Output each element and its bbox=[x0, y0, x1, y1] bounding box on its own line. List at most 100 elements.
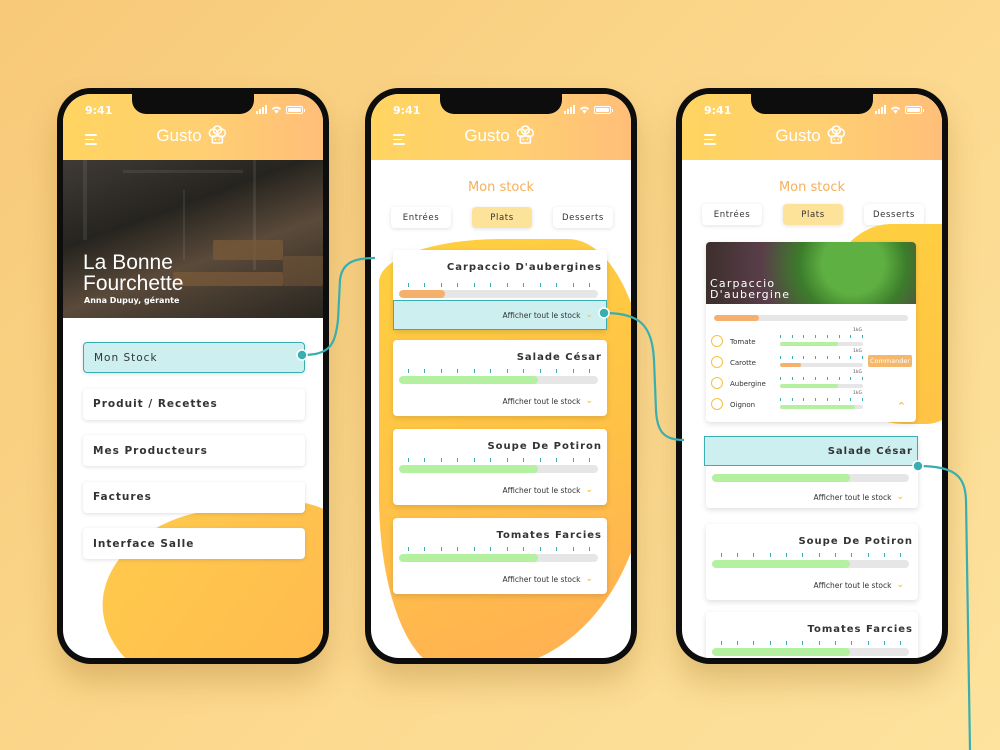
app-name: Gusto bbox=[464, 126, 510, 145]
tab-entrees[interactable]: Entrées bbox=[702, 204, 762, 225]
chevron-down-icon: ⌄ bbox=[585, 485, 593, 495]
dish-detail-title: Carpaccio D'aubergine bbox=[710, 277, 791, 301]
show-all-stock-link[interactable]: Afficher tout le stock ⌄ bbox=[503, 396, 593, 406]
menu-item-interface-salle[interactable]: Interface Salle bbox=[83, 528, 305, 559]
show-all-stock-link[interactable]: Afficher tout le stock ⌄ bbox=[503, 485, 593, 495]
stock-level-fill bbox=[399, 376, 539, 384]
chevron-down-icon: ⌄ bbox=[896, 492, 904, 502]
stock-level-fill bbox=[712, 648, 850, 656]
dish-stock-bar bbox=[714, 315, 908, 321]
status-time: 9:41 bbox=[393, 104, 421, 117]
category-tabs: Entrées Plats Desserts bbox=[391, 207, 613, 228]
menu-item-factures[interactable]: Factures bbox=[83, 481, 305, 513]
show-all-stock-link[interactable]: Afficher tout le stock ⌄ bbox=[503, 574, 593, 584]
stock-scale-ticks bbox=[400, 369, 598, 374]
dish-card[interactable]: Tomates Farcies Afficher tout le stock ⌄ bbox=[393, 518, 607, 594]
stock-level-bar bbox=[712, 648, 909, 656]
wifi-icon bbox=[579, 106, 590, 114]
dish-card[interactable]: Carpaccio D'aubergines Afficher tout le … bbox=[393, 250, 607, 330]
stock-level-bar bbox=[712, 560, 909, 568]
notch bbox=[440, 94, 562, 114]
stock-level-fill bbox=[712, 474, 850, 482]
restaurant-name: La Bonne Fourchette bbox=[83, 251, 184, 295]
signal-icon bbox=[256, 105, 267, 114]
ingredient-level-bar bbox=[780, 384, 863, 388]
ingredient-row: Aubergine 1kG bbox=[711, 370, 908, 393]
ingredient-name: Aubergine bbox=[730, 380, 766, 388]
app-logo: Gusto bbox=[775, 124, 848, 148]
order-button[interactable]: Commander bbox=[868, 355, 912, 367]
dish-name: Tomates Farcies bbox=[807, 624, 913, 635]
signal-icon bbox=[875, 105, 886, 114]
show-all-stock-link[interactable]: Afficher tout le stock ⌄ bbox=[814, 580, 904, 590]
chevron-down-icon: ⌄ bbox=[585, 574, 593, 584]
hamburger-menu-icon[interactable] bbox=[85, 134, 97, 145]
ingredient-level-bar bbox=[780, 363, 863, 367]
show-all-stock-link[interactable]: Afficher tout le stock ⌄ bbox=[503, 310, 593, 320]
onion-icon bbox=[711, 398, 723, 410]
chevron-down-icon: ⌄ bbox=[585, 396, 593, 406]
dish-card[interactable]: Tomates Farcies bbox=[706, 612, 918, 658]
ingredient-scale-ticks bbox=[780, 335, 863, 339]
category-tabs: Entrées Plats Desserts bbox=[702, 204, 924, 225]
ingredient-scale-ticks bbox=[780, 398, 863, 402]
ingredient-scale-ticks bbox=[780, 356, 863, 360]
stock-detail-screen: 9:41 Gusto Mon stock Entrées Plats Desse… bbox=[682, 94, 942, 658]
ingredient-max: 1kG bbox=[853, 370, 862, 375]
show-all-stock-link[interactable]: Afficher tout le stock ⌄ bbox=[814, 492, 904, 502]
ingredient-name: Oignon bbox=[730, 401, 756, 409]
hamburger-menu-icon[interactable] bbox=[704, 134, 716, 145]
ingredient-scale-ticks bbox=[780, 377, 863, 381]
dish-card[interactable]: Salade César Afficher tout le stock ⌄ bbox=[704, 436, 918, 508]
status-time: 9:41 bbox=[85, 104, 113, 117]
stock-level-fill bbox=[399, 465, 539, 473]
ingredient-name: Carotte bbox=[730, 359, 756, 367]
tab-entrees[interactable]: Entrées bbox=[391, 207, 451, 228]
tab-plats[interactable]: Plats bbox=[783, 204, 843, 225]
status-icons bbox=[256, 105, 305, 114]
notch bbox=[132, 94, 254, 114]
stock-level-fill bbox=[399, 290, 445, 298]
tab-desserts[interactable]: Desserts bbox=[553, 207, 613, 228]
battery-icon bbox=[905, 105, 924, 114]
chevron-up-icon[interactable]: ⌃ bbox=[897, 400, 906, 413]
menu-item-produit-recettes[interactable]: Produit / Recettes bbox=[83, 388, 305, 420]
notch bbox=[751, 94, 873, 114]
ingredient-name: Tomate bbox=[730, 338, 756, 346]
tab-plats[interactable]: Plats bbox=[472, 207, 532, 228]
signal-icon bbox=[564, 105, 575, 114]
ingredient-max: 1kG bbox=[853, 328, 862, 333]
dish-name: Carpaccio D'aubergines bbox=[446, 262, 602, 273]
phone-stock: 9:41 Gusto Mon stock Entrées Plats Desse… bbox=[365, 88, 637, 664]
dish-card[interactable]: Salade César Afficher tout le stock ⌄ bbox=[393, 340, 607, 416]
page-title: Mon stock bbox=[778, 180, 846, 195]
stock-scale-ticks bbox=[400, 283, 598, 288]
menu-item-mes-producteurs[interactable]: Mes Producteurs bbox=[83, 435, 305, 466]
status-icons bbox=[564, 105, 613, 114]
eggplant-icon bbox=[711, 377, 723, 389]
battery-icon bbox=[286, 105, 305, 114]
ingredient-level-fill bbox=[780, 342, 839, 346]
hamburger-menu-icon[interactable] bbox=[393, 134, 405, 145]
dish-card[interactable]: Soupe De Potiron Afficher tout le stock ⌄ bbox=[706, 524, 918, 600]
app-logo: Gusto bbox=[464, 124, 537, 148]
dish-name: Soupe De Potiron bbox=[798, 536, 913, 547]
dish-photo: Carpaccio D'aubergine bbox=[706, 242, 916, 304]
ingredient-max: 1kG bbox=[853, 349, 862, 354]
chef-hat-icon bbox=[208, 125, 227, 144]
ingredient-row: Tomate 1kG bbox=[711, 328, 908, 351]
battery-icon bbox=[594, 105, 613, 114]
dish-card[interactable]: Soupe De Potiron Afficher tout le stock ⌄ bbox=[393, 429, 607, 505]
wifi-icon bbox=[271, 106, 282, 114]
manager-name: Anna Dupuy, gérante bbox=[84, 296, 180, 305]
tab-desserts[interactable]: Desserts bbox=[864, 204, 924, 225]
stock-scale-ticks bbox=[400, 547, 598, 552]
restaurant-photo: La Bonne Fourchette Anna Dupuy, gérante bbox=[63, 160, 323, 318]
dish-name: Tomates Farcies bbox=[496, 530, 602, 541]
dish-name: Salade César bbox=[827, 446, 913, 457]
chevron-down-icon: ⌄ bbox=[896, 580, 904, 590]
stock-level-bar bbox=[712, 474, 909, 482]
stock-scale-ticks bbox=[400, 458, 598, 463]
menu-item-mon-stock[interactable]: Mon Stock bbox=[83, 342, 305, 373]
status-time: 9:41 bbox=[704, 104, 732, 117]
